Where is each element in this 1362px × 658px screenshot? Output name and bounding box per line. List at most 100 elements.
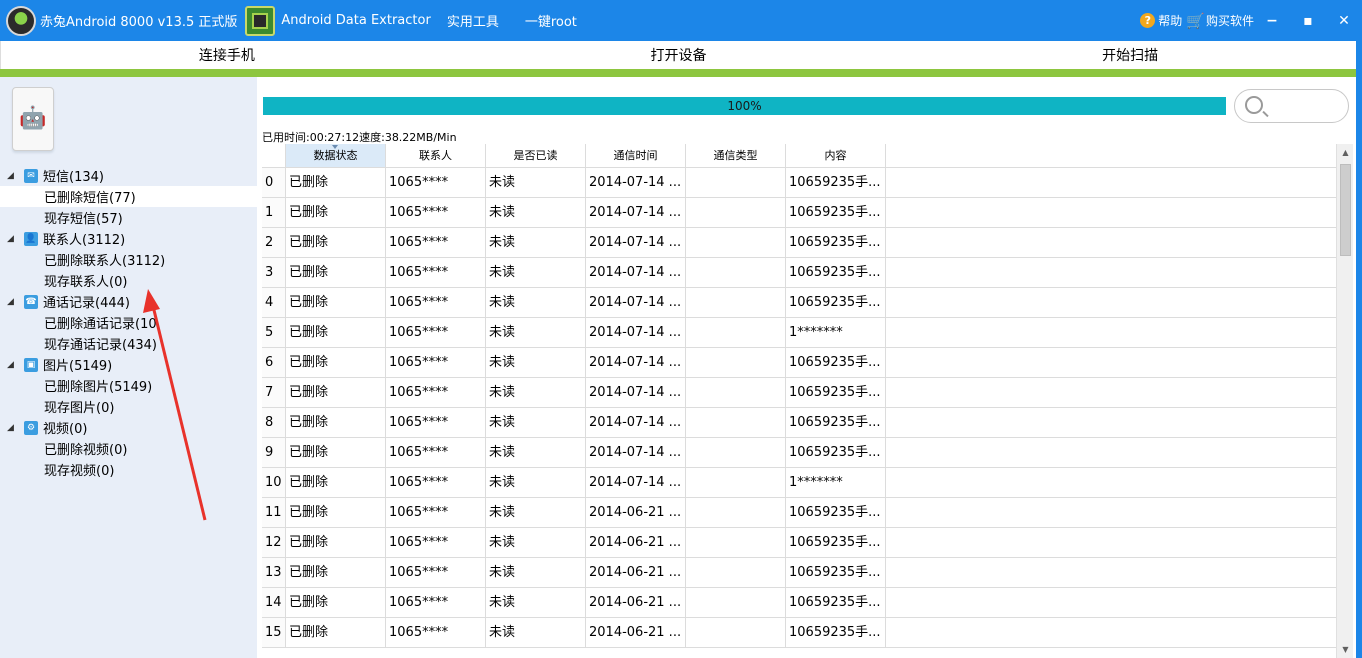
- row-index: 0: [262, 168, 286, 197]
- elapsed-speed-text: 已用时间:00:27:12速度:38.22MB/Min: [262, 131, 457, 144]
- table-cell: 未读: [486, 528, 586, 557]
- step-connect-phone[interactable]: 连接手机: [1, 41, 453, 69]
- table-cell: 1065****: [386, 258, 486, 287]
- table-cell: 1065****: [386, 168, 486, 197]
- expand-arrow-icon[interactable]: ◢: [7, 360, 21, 370]
- tree-subcategory[interactable]: 已删除通话记录(10: [0, 312, 257, 333]
- table-cell: 1065****: [386, 318, 486, 347]
- column-header[interactable]: 是否已读: [486, 144, 586, 167]
- table-row[interactable]: 7 已删除 1065**** 未读 2014-07-14 ... 10659235手...: [262, 378, 1336, 408]
- app-title: 赤兔Android 8000 v13.5 正式版: [40, 15, 238, 30]
- tree-subcategory[interactable]: 已删除联系人(3112): [0, 249, 257, 270]
- table-row[interactable]: 12 已删除 1065**** 未读 2014-06-21 ... 10659235手..…: [262, 528, 1336, 558]
- column-header[interactable]: 内容: [786, 144, 886, 167]
- expand-arrow-icon[interactable]: ◢: [7, 234, 21, 244]
- table-cell: 10659235手...: [786, 588, 886, 617]
- table-cell: 2014-07-14 ...: [586, 438, 686, 467]
- table-row[interactable]: 14 已删除 1065**** 未读 2014-06-21 ... 10659235手..…: [262, 588, 1336, 618]
- table-row[interactable]: 9 已删除 1065**** 未读 2014-07-14 ... 10659235手...: [262, 438, 1336, 468]
- tree-subcategory[interactable]: 已删除短信(77): [0, 186, 257, 207]
- step-start-scan[interactable]: 开始扫描: [904, 41, 1356, 69]
- expand-arrow-icon[interactable]: ◢: [7, 423, 21, 433]
- table-cell: [686, 438, 786, 467]
- table-row[interactable]: 8 已删除 1065**** 未读 2014-07-14 ... 10659235手...: [262, 408, 1336, 438]
- table-row[interactable]: 1 已删除 1065**** 未读 2014-07-14 ... 10659235手...: [262, 198, 1336, 228]
- table-cell: 2014-07-14 ...: [586, 258, 686, 287]
- scroll-thumb[interactable]: [1340, 164, 1351, 256]
- tree-subcategory[interactable]: 现存联系人(0): [0, 270, 257, 291]
- table-cell: 2014-07-14 ...: [586, 378, 686, 407]
- tree-category[interactable]: ◢ ▣ 图片(5149): [0, 354, 257, 375]
- scroll-down-icon[interactable]: ▼: [1337, 641, 1354, 658]
- android-icon: 🤖: [19, 106, 47, 131]
- table-row[interactable]: 4 已删除 1065**** 未读 2014-07-14 ... 10659235手...: [262, 288, 1336, 318]
- table-cell: 未读: [486, 318, 586, 347]
- window-border: [1356, 41, 1362, 658]
- table-row[interactable]: 15 已删除 1065**** 未读 2014-06-21 ... 10659235手..…: [262, 618, 1336, 648]
- table-cell: 已删除: [286, 348, 386, 377]
- table-row[interactable]: 3 已删除 1065**** 未读 2014-07-14 ... 10659235手...: [262, 258, 1336, 288]
- tree-subcategory[interactable]: 已删除图片(5149): [0, 375, 257, 396]
- cart-icon[interactable]: 🛒: [1186, 12, 1205, 30]
- table-row[interactable]: 13 已删除 1065**** 未读 2014-06-21 ... 10659235手..…: [262, 558, 1336, 588]
- table-cell: 已删除: [286, 258, 386, 287]
- table-cell: [686, 258, 786, 287]
- sidebar: 🤖 ◢ ✉ 短信(134) 已删除短信(77) 现存短信(57) ◢ 👤 联系人(3112) 已…: [0, 77, 257, 658]
- mail-icon: ✉: [24, 168, 38, 183]
- data-table: 数据状态 联系人 是否已读 通信时间 通信类型 内容 0 已删除 1065**** 未读 2014-…: [262, 144, 1336, 658]
- vertical-scrollbar[interactable]: ▲ ▼: [1336, 144, 1353, 658]
- table-row[interactable]: 10 已删除 1065**** 未读 2014-07-14 ... 1*******: [262, 468, 1336, 498]
- table-row[interactable]: 5 已删除 1065**** 未读 2014-07-14 ... 1*******: [262, 318, 1336, 348]
- table-cell: 未读: [486, 468, 586, 497]
- search-box[interactable]: [1234, 89, 1349, 123]
- table-row[interactable]: 11 已删除 1065**** 未读 2014-06-21 ... 10659235手..…: [262, 498, 1336, 528]
- tree-category[interactable]: ◢ 👤 联系人(3112): [0, 228, 257, 249]
- minimize-button[interactable]: −: [1254, 0, 1290, 41]
- row-index: 12: [262, 528, 286, 557]
- table-row[interactable]: 0 已删除 1065**** 未读 2014-07-14 ... 10659235手...: [262, 168, 1336, 198]
- tree-subcategory[interactable]: 已删除视频(0): [0, 438, 257, 459]
- column-header[interactable]: 通信时间: [586, 144, 686, 167]
- phone-icon: ☎: [24, 294, 38, 309]
- tree-subcategory[interactable]: 现存视频(0): [0, 459, 257, 480]
- tree-subcategory[interactable]: 现存图片(0): [0, 396, 257, 417]
- column-header[interactable]: 通信类型: [686, 144, 786, 167]
- table-row[interactable]: 6 已删除 1065**** 未读 2014-07-14 ... 10659235手...: [262, 348, 1336, 378]
- row-index: 15: [262, 618, 286, 647]
- scroll-up-icon[interactable]: ▲: [1337, 144, 1354, 161]
- tree-subcategory[interactable]: 现存短信(57): [0, 207, 257, 228]
- table-cell: 10659235手...: [786, 498, 886, 527]
- maximize-button[interactable]: ▪: [1290, 0, 1326, 41]
- tree-category[interactable]: ◢ ✉ 短信(134): [0, 165, 257, 186]
- help-icon[interactable]: ?: [1140, 13, 1156, 28]
- table-row[interactable]: 2 已删除 1065**** 未读 2014-07-14 ... 10659235手...: [262, 228, 1336, 258]
- one-click-root-menu[interactable]: 一键root: [525, 11, 577, 30]
- table-cell: 1*******: [786, 318, 886, 347]
- expand-arrow-icon[interactable]: ◢: [7, 297, 21, 307]
- table-cell: [686, 618, 786, 647]
- table-corner: [262, 144, 286, 167]
- close-button[interactable]: ✕: [1326, 0, 1362, 41]
- table-cell: 10659235手...: [786, 288, 886, 317]
- table-cell: 已删除: [286, 228, 386, 257]
- column-header[interactable]: 数据状态: [286, 144, 386, 167]
- expand-arrow-icon[interactable]: ◢: [7, 171, 21, 181]
- tree-subcategory[interactable]: 现存通话记录(434): [0, 333, 257, 354]
- step-open-device[interactable]: 打开设备: [453, 41, 905, 69]
- table-cell: 10659235手...: [786, 528, 886, 557]
- app-logo-icon: [6, 5, 36, 36]
- tree-category[interactable]: ◢ ⚙ 视频(0): [0, 417, 257, 438]
- table-cell: 2014-06-21 ...: [586, 528, 686, 557]
- row-index: 3: [262, 258, 286, 287]
- help-link[interactable]: 帮助: [1158, 12, 1182, 29]
- tree-category[interactable]: ◢ ☎ 通话记录(444): [0, 291, 257, 312]
- phone-device-icon: 🤖: [12, 87, 54, 151]
- column-header[interactable]: 联系人: [386, 144, 486, 167]
- table-cell: 2014-07-14 ...: [586, 468, 686, 497]
- table-cell: 10659235手...: [786, 618, 886, 647]
- table-cell: 已删除: [286, 318, 386, 347]
- tools-menu[interactable]: 实用工具: [447, 11, 499, 30]
- tree-category-label: 通话记录(444): [43, 296, 130, 311]
- search-icon[interactable]: [1245, 96, 1263, 114]
- buy-link[interactable]: 购买软件: [1206, 12, 1254, 29]
